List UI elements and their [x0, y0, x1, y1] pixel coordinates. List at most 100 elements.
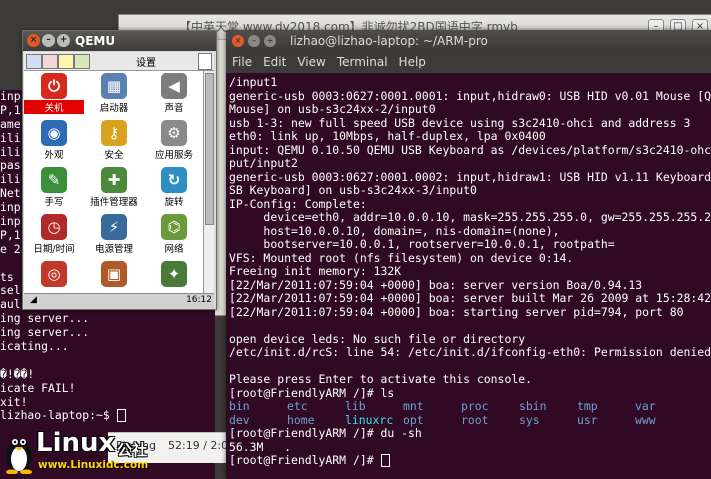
settings-app-label: 声音 [164, 103, 184, 114]
clock-icon: ◷ [41, 214, 67, 240]
terminal-line: host=10.0.0.10, domain=, nis-domain=(non… [229, 224, 560, 238]
settings-app-power[interactable]: ⏻ 关机 [24, 71, 84, 121]
tool-icon: ✦ [161, 261, 187, 287]
menu-help[interactable]: Help [399, 52, 426, 73]
terminal-output[interactable]: /input1 generic-usb 0003:0627:0001.0001: … [229, 76, 711, 479]
grid-view-icon[interactable] [26, 54, 42, 69]
terminal-window[interactable]: × – + lizhao@lizhao-laptop: ~/ARM-pro Fi… [226, 30, 711, 479]
settings-app-power-plug[interactable]: ⚡ 电源管理 [84, 212, 144, 262]
network-icon: ⌬ [161, 214, 187, 240]
settings-app-label: 应用服务 [154, 150, 193, 161]
settings-app-label: 外观 [44, 150, 64, 161]
qemu-scrollbar[interactable] [203, 71, 214, 293]
settings-app-clock[interactable]: ◷ 日期/时间 [24, 212, 84, 262]
settings-app-label: 旋转 [164, 197, 184, 208]
left-terminal-line: icating... [0, 339, 69, 354]
ls-output-row: bin etc lib mnt proc sbin tmp var [229, 399, 711, 414]
terminal-line: [22/Mar/2011:07:59:04 +0000] boa: server… [229, 278, 643, 292]
qemu-window[interactable]: × – + QEMU 设置 ⏻ 关机 ▦ 启动器 ◀ 声音 ◉ 外观 ⚷ 安全 ⚙ 应用服务 ✎ 手写 ✚ 插… [22, 30, 217, 310]
settings-app-eye[interactable]: ◉ 外观 [24, 118, 84, 168]
qemu-minimize-button[interactable]: – [42, 34, 55, 47]
settings-app-key[interactable]: ⚷ 安全 [84, 118, 144, 168]
smiley-icon[interactable] [58, 54, 74, 69]
settings-app-grid: ⏻ 关机 ▦ 启动器 ◀ 声音 ◉ 外观 ⚷ 安全 ⚙ 应用服务 ✎ 手写 ✚ 插件管理器 ↻ 旋转 ◷ 日期/时间 ⚡… [24, 71, 204, 299]
terminal-line: /etc/init.d/rcS: line 54: /etc/init.d/if… [229, 346, 711, 359]
settings-app-gears[interactable]: ⚙ 应用服务 [144, 118, 204, 168]
terminal-line: IP-Config: Complete: [229, 197, 367, 211]
menu-terminal[interactable]: Terminal [337, 52, 388, 73]
ls-entry: var [635, 399, 656, 413]
terminal-cursor [380, 454, 390, 467]
ls-entry: home [287, 412, 315, 427]
ls-entry: proc [461, 399, 489, 413]
gears-icon: ⚙ [161, 120, 187, 146]
terminal-cursor [116, 409, 126, 423]
qemu-maximize-button[interactable]: + [57, 34, 70, 47]
rotate-icon: ↻ [161, 167, 187, 193]
ls-entry: lib [345, 399, 366, 413]
ls-entry: linuxrc [345, 412, 394, 427]
settings-app-label: 安全 [104, 150, 124, 161]
settings-app-launcher[interactable]: ▦ 启动器 [84, 71, 144, 121]
key-icon: ⚷ [101, 120, 127, 146]
terminal-line: [22/Mar/2011:07:59:04 +0000] boa: server… [229, 292, 711, 305]
page-icon[interactable] [198, 53, 212, 70]
settings-app-label: 关机 [24, 100, 84, 114]
scrollbar-thumb[interactable] [205, 73, 214, 225]
ls-entry: tmp [577, 399, 598, 413]
launcher-icon: ▦ [101, 73, 127, 99]
settings-app-plugin[interactable]: ✚ 插件管理器 [84, 165, 144, 215]
qemu-screen[interactable]: 设置 ⏻ 关机 ▦ 启动器 ◀ 声音 ◉ 外观 ⚷ 安全 ⚙ 应用服务 ✎ 手写 ✚ 插件管理器 ↻ 旋转 ◷ 日期/… [24, 52, 214, 309]
globe-icon: ◎ [41, 261, 67, 287]
settings-view-icon[interactable] [42, 54, 58, 69]
terminal-line: generic-usb 0003:0627:0001.0002: input,h… [229, 170, 711, 184]
watermark-brand: Linux [36, 428, 116, 458]
power-icon: ⏻ [41, 73, 67, 99]
player-time: 52:19 / 2:0 [168, 439, 229, 452]
terminal-line: [root@FriendlyARM /]# [229, 454, 711, 468]
settings-app-label: 网络 [164, 244, 184, 255]
left-terminal-line: ing server... [0, 311, 90, 326]
terminal-line: Please press Enter to activate this cons… [229, 373, 532, 386]
left-terminal-line: ing server... [0, 325, 90, 340]
settings-app-speaker[interactable]: ◀ 声音 [144, 71, 204, 121]
eye-icon: ◉ [41, 120, 67, 146]
watermark-url: www.Linuxidc.com [38, 459, 149, 471]
left-terminal-line: lizhao-laptop:~$ [0, 409, 215, 423]
terminal-line: input: QEMU 0.10.50 QEMU USB Keyboard as… [229, 143, 711, 157]
ls-entry: dev [229, 412, 250, 427]
settings-title: 设置 [136, 58, 156, 69]
ls-entry: opt [403, 412, 424, 427]
terminal-close-button[interactable]: × [232, 35, 244, 47]
terminal-line: 56.3M . [229, 440, 291, 454]
terminal-line: open device leds: No such file or direct… [229, 332, 526, 346]
speaker-icon: ◀ [161, 73, 187, 99]
left-terminal-line [0, 354, 215, 368]
qemu-title: QEMU [75, 34, 116, 48]
ls-entry: etc [287, 399, 308, 413]
game-icon[interactable] [74, 54, 90, 69]
terminal-line: /input1 [229, 76, 278, 89]
menu-edit[interactable]: Edit [263, 52, 286, 73]
tux-penguin-icon [6, 439, 32, 474]
settings-app-rotate[interactable]: ↻ 旋转 [144, 165, 204, 215]
terminal-titlebar: × – + lizhao@lizhao-laptop: ~/ARM-pro [226, 30, 711, 52]
ls-entry: sys [519, 412, 540, 427]
pen-icon: ✎ [41, 167, 67, 193]
start-icon[interactable]: ◢ [30, 295, 37, 305]
settings-app-network[interactable]: ⌬ 网络 [144, 212, 204, 262]
terminal-line: eth0: link up, 10Mbps, half-duplex, lpa … [229, 130, 546, 143]
terminal-line: [22/Mar/2011:07:59:04 +0000] boa: starti… [229, 305, 684, 319]
ls-entry: www [635, 412, 656, 427]
menu-file[interactable]: File [232, 52, 252, 73]
terminal-line: generic-usb 0003:0627:0001.0001: input,h… [229, 89, 711, 103]
terminal-line: SB Keyboard] on usb-s3c24xx-3/input0 [229, 184, 477, 197]
terminal-maximize-button[interactable]: + [264, 35, 276, 47]
menu-view[interactable]: View [297, 52, 325, 73]
terminal-line: bootserver=10.0.0.1, rootserver=10.0.0.1… [229, 238, 615, 251]
settings-app-pen[interactable]: ✎ 手写 [24, 165, 84, 215]
qemu-close-button[interactable]: × [27, 34, 40, 47]
ls-entry: root [461, 412, 489, 427]
terminal-minimize-button[interactable]: – [248, 35, 260, 47]
